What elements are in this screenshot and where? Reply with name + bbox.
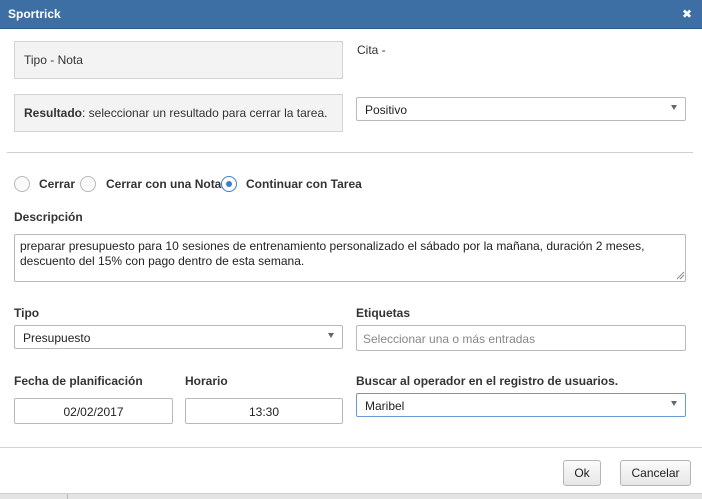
descripcion-label: Descripción [14,210,83,224]
radio-cerrar-label[interactable]: Cerrar [39,177,75,191]
horario-input[interactable]: 13:30 [185,398,343,424]
radio-cerrar-nota[interactable] [80,176,96,192]
footer-divider [0,447,702,448]
chevron-down-icon [671,105,677,110]
resultado-info: Resultado: seleccionar un resultado para… [24,106,327,120]
tipo-label: Tipo [14,306,40,320]
cita-text: Cita - [357,43,386,57]
fecha-label: Fecha de planificación [14,374,143,388]
radio-cerrar-nota-label[interactable]: Cerrar con una Nota [106,177,221,191]
ok-button[interactable]: Ok [563,460,601,486]
chevron-down-icon [671,401,677,406]
etiquetas-label: Etiquetas [356,306,411,320]
resize-grip-icon[interactable] [676,271,685,280]
horario-value: 13:30 [248,405,280,419]
close-icon[interactable]: ✖ [680,7,694,21]
bottom-edge-separator [67,494,68,499]
chevron-down-icon [328,333,334,338]
horario-label: Horario [185,374,228,388]
resultado-label: Resultado [24,106,83,120]
etiquetas-input[interactable]: Seleccionar una o más entradas [356,325,686,351]
window-title: Sportrick [8,7,61,21]
operador-label: Buscar al operador en el registro de usu… [356,374,619,388]
resultado-select[interactable]: Positivo [356,97,686,121]
tipo-info-panel: Tipo - Nota [14,41,343,79]
window-bottom-edge [0,493,702,499]
resultado-text: : seleccionar un resultado para cerrar l… [82,106,328,120]
etiquetas-placeholder: Seleccionar una o más entradas [363,332,536,346]
tipo-select[interactable]: Presupuesto [14,325,343,349]
tipo-select-value: Presupuesto [23,331,91,345]
radio-continuar-tarea[interactable] [221,176,237,192]
fecha-value: 02/02/2017 [63,405,124,419]
tipo-info-text: Tipo - Nota [24,53,83,67]
operador-select-value: Maribel [365,399,405,413]
resultado-info-panel: Resultado: seleccionar un resultado para… [14,94,343,132]
operador-select[interactable]: Maribel [356,393,686,417]
resultado-select-value: Positivo [365,103,408,117]
fecha-input[interactable]: 02/02/2017 [14,398,173,424]
descripcion-textarea[interactable]: preparar presupuesto para 10 sesiones de… [14,234,686,282]
radio-cerrar[interactable] [14,176,30,192]
radio-continuar-tarea-label[interactable]: Continuar con Tarea [246,177,362,191]
section-divider [7,152,693,153]
cancel-button[interactable]: Cancelar [620,460,691,486]
window-titlebar: Sportrick ✖ [0,0,702,29]
